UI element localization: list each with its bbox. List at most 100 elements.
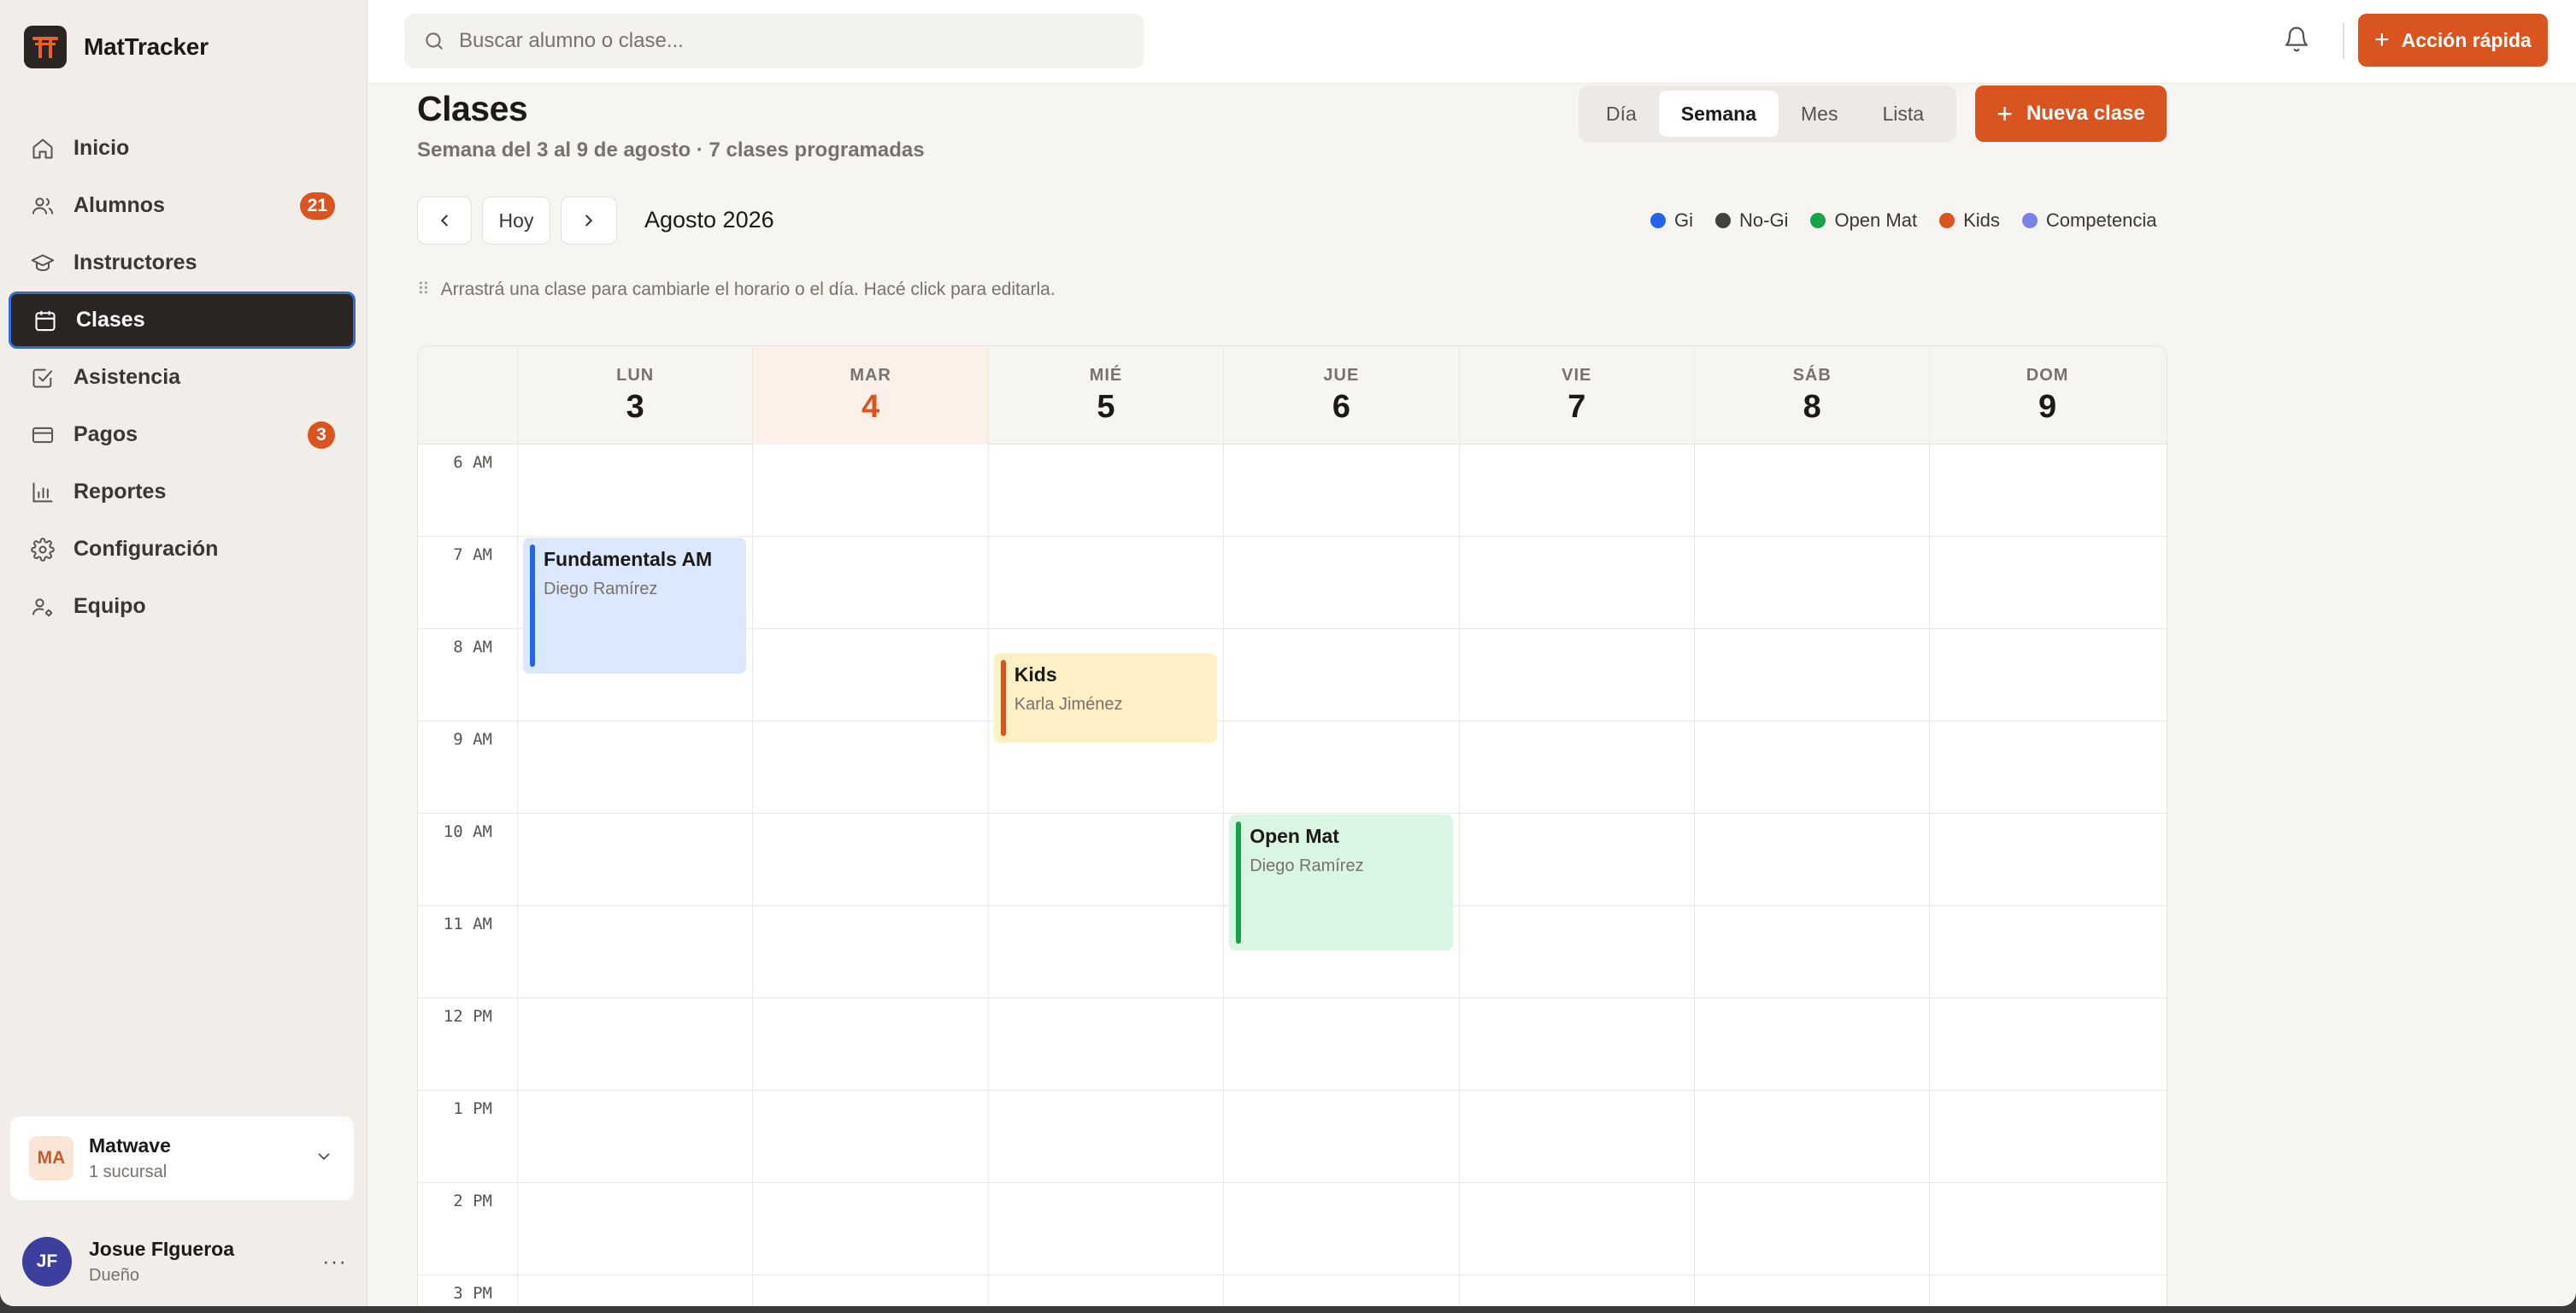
- day-abbr: SÁB: [1792, 365, 1832, 385]
- event-instructor: Diego Ramírez: [544, 580, 658, 598]
- day-number: 5: [1097, 388, 1115, 425]
- user-name: Josue FIgueroa: [89, 1238, 234, 1260]
- today-button[interactable]: Hoy: [482, 197, 550, 244]
- bell-icon[interactable]: [2283, 24, 2310, 59]
- day-number: 4: [862, 388, 880, 425]
- hour-label: 12 PM: [443, 1007, 492, 1026]
- hour-row[interactable]: 3 PM: [418, 1275, 2167, 1306]
- class-event[interactable]: Fundamentals AM Diego Ramírez: [523, 538, 747, 674]
- users-icon: [29, 192, 56, 220]
- event-title: Fundamentals AM: [544, 548, 713, 570]
- event-instructor: Diego Ramírez: [1250, 857, 1364, 875]
- brand[interactable]: MatTracker: [24, 26, 209, 68]
- sidebar-item-clases[interactable]: Clases: [9, 291, 356, 349]
- hour-row[interactable]: 2 PM: [418, 1183, 2167, 1275]
- day-column-divider: [752, 445, 754, 1306]
- hour-label: 8 AM: [453, 638, 492, 656]
- event-instructor: Karla Jiménez: [1014, 695, 1123, 714]
- legend-item: Gi: [1650, 209, 1693, 232]
- day-abbr: MIÉ: [1089, 365, 1123, 385]
- sidebar-item-label: Configuración: [74, 537, 219, 561]
- chevron-right-icon: [579, 211, 598, 230]
- hour-row[interactable]: 12 PM: [418, 998, 2167, 1091]
- sidebar-item-configuracion[interactable]: Configuración: [9, 521, 356, 578]
- divider: [2343, 22, 2344, 60]
- day-header[interactable]: VIE 7: [1458, 346, 1694, 445]
- main-content: Clases Semana del 3 al 9 de agosto · 7 c…: [368, 84, 2576, 1306]
- tab-semana[interactable]: Semana: [1658, 91, 1779, 137]
- day-abbr: DOM: [2026, 365, 2069, 385]
- plus-icon: +: [2374, 26, 2390, 54]
- hour-row[interactable]: 9 AM: [418, 721, 2167, 814]
- sidebar-item-equipo[interactable]: Equipo: [9, 578, 356, 635]
- class-event[interactable]: Kids Karla Jiménez: [993, 653, 1218, 743]
- sidebar: MatTracker Inicio Alumnos 21 Instructore…: [0, 0, 368, 1306]
- quick-action-button[interactable]: + Acción rápida: [2358, 14, 2548, 67]
- app-window: MatTracker Inicio Alumnos 21 Instructore…: [0, 0, 2576, 1306]
- legend-label: Competencia: [2045, 209, 2157, 231]
- next-week-button[interactable]: [561, 197, 617, 244]
- drag-handle-icon: ⠿: [417, 280, 430, 299]
- sidebar-item-instructores[interactable]: Instructores: [9, 234, 356, 291]
- home-icon: [29, 135, 56, 162]
- day-header[interactable]: JUE 6: [1223, 346, 1458, 445]
- legend-label: Gi: [1674, 209, 1693, 231]
- sidebar-item-pagos[interactable]: Pagos 3: [9, 406, 356, 463]
- day-header[interactable]: MAR 4: [752, 346, 988, 445]
- day-header[interactable]: SÁB 8: [1694, 346, 1929, 445]
- event-title: Kids: [1014, 663, 1057, 686]
- hour-label: 11 AM: [443, 915, 492, 933]
- legend-label: Open Mat: [1834, 209, 1918, 231]
- search-icon: [423, 30, 445, 52]
- tab-dia[interactable]: Día: [1584, 91, 1659, 137]
- sidebar-item-label: Clases: [76, 308, 145, 332]
- search-bar: [404, 14, 1144, 68]
- day-header[interactable]: MIÉ 5: [987, 346, 1223, 445]
- app-name: MatTracker: [84, 33, 209, 60]
- user-role: Dueño: [89, 1266, 139, 1285]
- sidebar-item-label: Asistencia: [74, 365, 181, 389]
- day-column-divider: [1694, 445, 1695, 1306]
- sidebar-item-asistencia[interactable]: Asistencia: [9, 349, 356, 406]
- checkbox-icon: [29, 364, 56, 392]
- week-calendar: LUN 3 MAR 4 MIÉ 5 JUE 6 VIE 7 SÁB 8 DOM 9 6 AM 7 AM 8 A…: [417, 345, 2167, 1306]
- more-options-icon[interactable]: ···: [322, 1248, 347, 1275]
- day-header[interactable]: DOM 9: [1929, 346, 2164, 445]
- org-switcher[interactable]: MA Matwave 1 sucursal: [10, 1116, 354, 1200]
- drag-hint: ⠿ Arrastrá una clase para cambiarle el h…: [417, 279, 1056, 300]
- sidebar-item-inicio[interactable]: Inicio: [9, 120, 356, 177]
- day-column-divider: [517, 445, 518, 1306]
- topbar: + Acción rápida: [368, 0, 2576, 84]
- view-switcher: Día Semana Mes Lista: [1579, 85, 1956, 142]
- user-gear-icon: [29, 593, 56, 621]
- legend-item: Open Mat: [1810, 209, 1917, 232]
- sidebar-item-label: Reportes: [74, 480, 167, 503]
- gear-icon: [29, 536, 56, 563]
- hour-label: 7 AM: [453, 545, 492, 564]
- page-subtitle: Semana del 3 al 9 de agosto · 7 clases p…: [417, 138, 925, 162]
- search-input[interactable]: [459, 29, 1126, 53]
- hour-row[interactable]: 1 PM: [418, 1091, 2167, 1183]
- quick-action-label: Acción rápida: [2401, 28, 2532, 51]
- page-title: Clases: [417, 89, 528, 128]
- legend-item: Kids: [1939, 209, 2000, 232]
- new-class-button[interactable]: + Nueva clase: [1975, 85, 2167, 142]
- sidebar-item-reportes[interactable]: Reportes: [9, 463, 356, 521]
- hour-row[interactable]: 6 AM: [418, 445, 2167, 537]
- user-profile[interactable]: JF Josue FIgueroa Dueño ···: [22, 1236, 347, 1287]
- bar-chart-icon: [29, 479, 56, 506]
- month-label: Agosto 2026: [644, 207, 774, 233]
- torii-logo-icon: [24, 26, 67, 68]
- tab-lista[interactable]: Lista: [1860, 91, 1946, 137]
- day-abbr: JUE: [1323, 365, 1360, 385]
- hour-label: 6 AM: [453, 453, 492, 472]
- sidebar-item-label: Inicio: [74, 136, 130, 160]
- day-number: 9: [2038, 388, 2057, 425]
- sidebar-item-alumnos[interactable]: Alumnos 21: [9, 177, 356, 234]
- prev-week-button[interactable]: [417, 197, 472, 244]
- class-event[interactable]: Open Mat Diego Ramírez: [1229, 815, 1453, 951]
- tab-mes[interactable]: Mes: [1779, 91, 1860, 137]
- legend-dot: [1715, 213, 1731, 228]
- hour-label: 1 PM: [453, 1099, 492, 1118]
- day-header[interactable]: LUN 3: [517, 346, 752, 445]
